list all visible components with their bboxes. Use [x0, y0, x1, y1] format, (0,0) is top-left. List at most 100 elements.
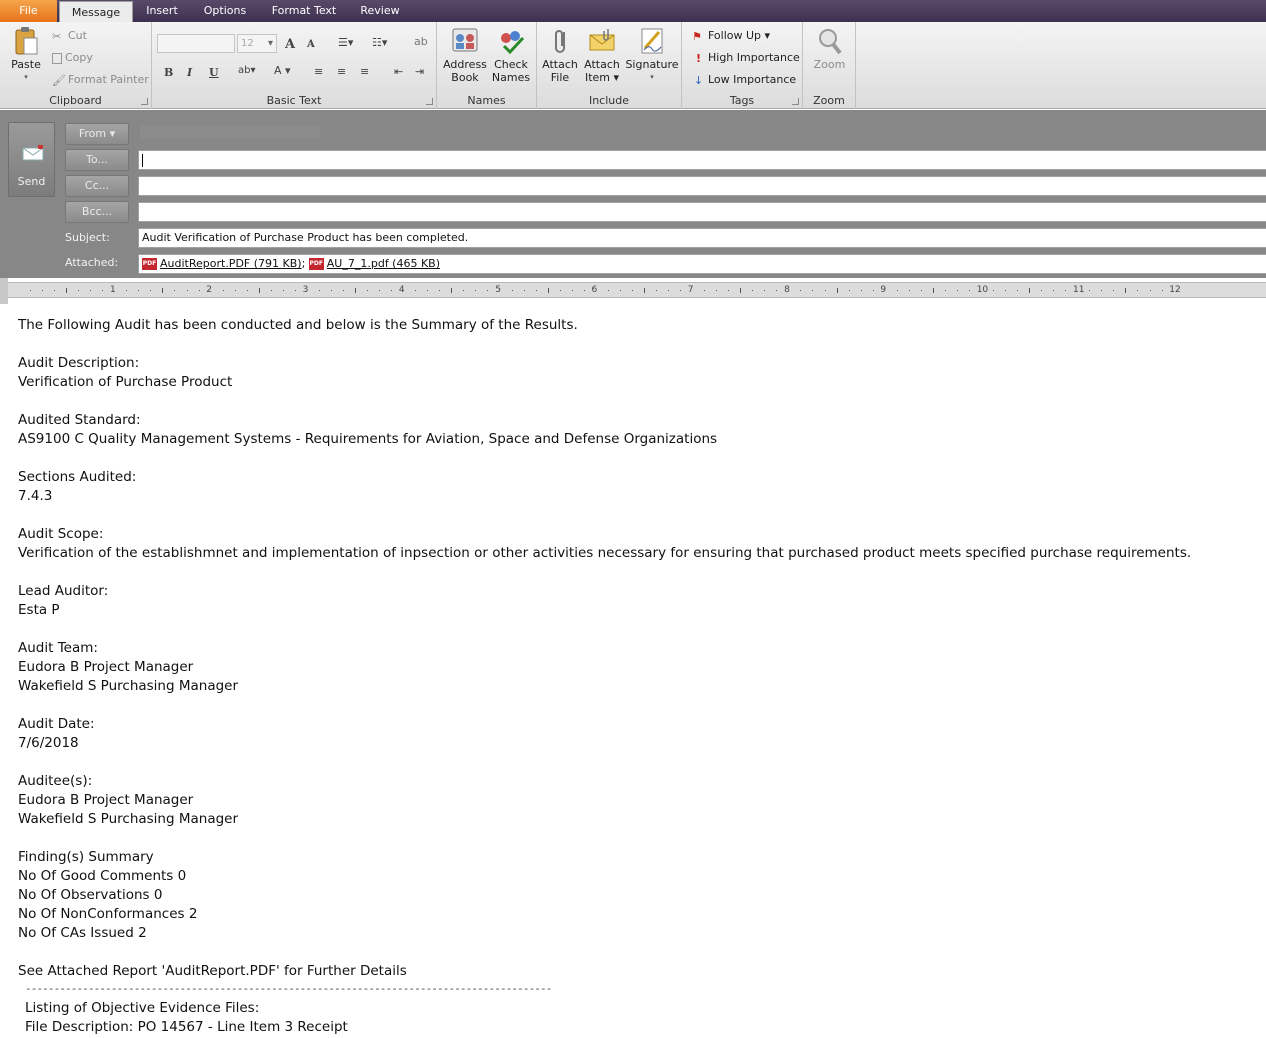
ruler-dot — [270, 290, 272, 291]
font-size-combo[interactable]: 12 ▾ — [237, 34, 277, 53]
ruler-dot — [872, 290, 874, 291]
check-names-button[interactable]: Check Names — [489, 26, 533, 84]
dialog-launcher-icon[interactable] — [426, 98, 433, 105]
attachments-field[interactable]: PDF AuditReport.PDF (791 KB); PDF AU_7_1.p… — [138, 254, 1266, 274]
cut-button[interactable]: ✂ Cut — [52, 29, 87, 43]
highlight-icon[interactable]: ab▾ — [238, 65, 256, 76]
body-line: Audit Date: — [18, 716, 95, 732]
ruler-dot — [607, 290, 609, 291]
message-body[interactable]: The Following Audit has been conducted a… — [18, 316, 1258, 981]
underline-icon[interactable]: U — [209, 66, 219, 79]
ruler-dot — [583, 290, 585, 291]
signature-label: Signature — [625, 58, 679, 71]
grow-font-icon[interactable]: A — [285, 37, 295, 52]
numbering-icon[interactable]: ☷▾ — [372, 36, 387, 49]
dialog-launcher-icon[interactable] — [792, 98, 799, 105]
subject-label: Subject: — [65, 231, 110, 244]
attach-file-label-1: Attach — [542, 58, 578, 71]
ruler-dot — [343, 290, 344, 291]
ruler-margin-marker[interactable] — [0, 278, 8, 304]
tab-options[interactable]: Options — [195, 0, 255, 22]
ruler-number: 1 — [110, 285, 116, 295]
ruler-dot — [282, 290, 284, 291]
pdf-icon: PDF — [308, 258, 324, 270]
body-line: Sections Audited: — [18, 469, 137, 485]
ruler-dot — [1101, 290, 1103, 291]
ruler-number: 2 — [206, 285, 213, 295]
ruler-number: 11 — [1073, 285, 1085, 295]
font-color-icon[interactable]: A ▾ — [274, 64, 291, 77]
align-center-icon[interactable]: ≡ — [337, 65, 346, 78]
from-button[interactable]: From ▾ — [65, 123, 129, 145]
body-line: Audit Scope: — [18, 526, 104, 542]
subject-field[interactable]: Audit Verification of Purchase Product h… — [138, 228, 1266, 248]
to-field[interactable] — [138, 150, 1266, 170]
names-group-label: Names — [467, 94, 506, 107]
attach-item-button[interactable]: Attach Item ▾ — [581, 26, 623, 84]
ruler-dot — [330, 290, 332, 291]
decrease-indent-icon[interactable]: ⇤ — [394, 65, 403, 78]
high-importance-button[interactable]: ! High Importance — [692, 51, 800, 65]
increase-indent-icon[interactable]: ⇥ — [415, 65, 424, 78]
ruler-dot — [367, 290, 369, 291]
tab-format-text[interactable]: Format Text — [266, 0, 342, 22]
tab-file[interactable]: File — [0, 0, 57, 22]
align-left-icon[interactable]: ≡ — [314, 65, 323, 78]
check-names-label-1: Check — [494, 58, 528, 71]
tab-insert[interactable]: Insert — [139, 0, 185, 22]
address-book-button[interactable]: Address Book — [442, 26, 488, 84]
italic-icon[interactable]: I — [187, 66, 192, 79]
dialog-launcher-icon[interactable] — [141, 98, 148, 105]
align-right-icon[interactable]: ≡ — [360, 65, 369, 78]
message-header: Send From ▾ To... Cc... Bcc... Subject: … — [0, 110, 1266, 278]
ruler-dot — [824, 290, 826, 291]
include-group: Attach File Attach Item ▾ Signature ▾ In… — [537, 22, 682, 109]
ruler-dot — [764, 290, 766, 291]
ruler-dot — [439, 290, 441, 291]
ruler-half-tick — [451, 288, 453, 293]
ruler-dot — [993, 290, 995, 291]
ruler-dot — [1113, 290, 1115, 291]
ruler-dot — [523, 290, 525, 291]
shrink-font-icon[interactable]: A — [307, 39, 315, 50]
evidence-listing: Listing of Objective Evidence Files: Fil… — [25, 999, 348, 1037]
bcc-field[interactable] — [138, 202, 1266, 222]
to-button[interactable]: To... — [65, 149, 129, 171]
ruler-half-tick — [355, 288, 357, 293]
follow-up-button[interactable]: ⚑ Follow Up ▾ — [692, 29, 770, 43]
spelling-icon[interactable]: ab — [414, 35, 428, 48]
bold-icon[interactable]: B — [164, 66, 173, 79]
low-importance-button[interactable]: ↓ Low Importance — [692, 73, 796, 87]
ruler-half-tick — [258, 288, 260, 293]
ruler-half-tick — [836, 288, 838, 293]
ruler-dot — [848, 290, 850, 291]
attachment-item[interactable]: PDF AuditReport.PDF (791 KB) — [142, 257, 302, 270]
signature-button[interactable]: Signature ▾ — [625, 26, 679, 84]
ruler-dot — [198, 290, 200, 291]
ruler-dot — [1005, 290, 1007, 291]
cc-field[interactable] — [138, 176, 1266, 196]
send-button[interactable]: Send — [8, 122, 55, 197]
zoom-button[interactable]: Zoom — [807, 26, 852, 71]
bullets-icon[interactable]: ☰▾ — [338, 36, 353, 49]
format-painter-button[interactable]: 🖌 Format Painter — [52, 73, 149, 87]
ruler-dot — [1017, 290, 1019, 291]
copy-button[interactable]: Copy — [52, 51, 93, 64]
tab-message[interactable]: Message — [59, 1, 133, 23]
body-line: Eudora B Project Manager — [18, 792, 194, 808]
attachment-item[interactable]: PDF AU_7_1.pdf (465 KB) — [308, 257, 440, 270]
paste-button[interactable]: Paste ▾ — [6, 26, 46, 84]
body-line: No Of CAs Issued 2 — [18, 925, 147, 941]
ruler-half-tick — [643, 288, 645, 293]
ruler-dot — [631, 290, 633, 291]
attach-file-label-2: File — [550, 71, 570, 84]
font-name-combo[interactable] — [157, 34, 235, 53]
attach-file-button[interactable]: Attach File — [541, 26, 579, 84]
cc-button[interactable]: Cc... — [65, 175, 129, 197]
bcc-button[interactable]: Bcc... — [65, 201, 129, 223]
font-size-value: 12 — [241, 38, 254, 49]
ruler-dot — [704, 290, 706, 291]
tab-review[interactable]: Review — [355, 0, 405, 22]
